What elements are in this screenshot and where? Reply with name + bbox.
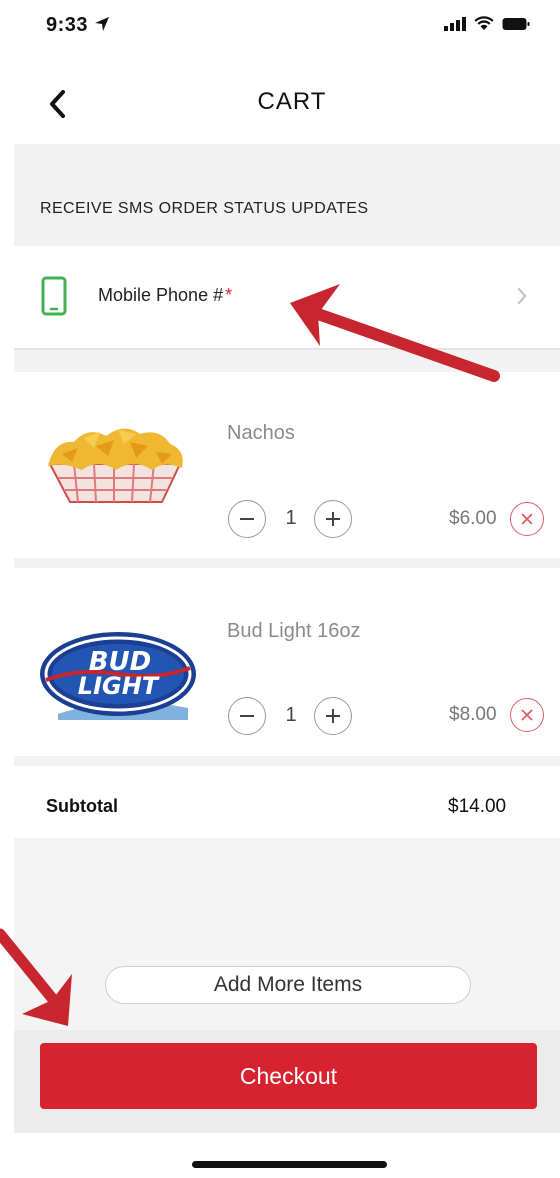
section-gap: [14, 350, 560, 372]
decrease-quantity-button[interactable]: [228, 697, 266, 735]
sms-section-title: RECEIVE SMS ORDER STATUS UPDATES: [40, 200, 369, 217]
remove-item-button[interactable]: [510, 502, 544, 536]
nachos-image: [48, 428, 183, 503]
page-title: CART: [257, 88, 327, 115]
item-separator: [14, 756, 560, 766]
cart-item-name: Nachos: [227, 422, 295, 444]
close-icon: [521, 513, 533, 525]
mobile-phone-label: Mobile Phone # *: [98, 285, 232, 306]
cart-item-name: Bud Light 16oz: [227, 620, 361, 642]
plus-icon: [326, 709, 340, 723]
add-more-items-button[interactable]: Add More Items: [105, 966, 471, 1004]
cellular-signal-icon: [444, 16, 466, 31]
decrease-quantity-button[interactable]: [228, 500, 266, 538]
increase-quantity-button[interactable]: [314, 500, 352, 538]
increase-quantity-button[interactable]: [314, 697, 352, 735]
item-separator: [14, 558, 560, 568]
status-time: 9:33: [46, 14, 110, 37]
required-asterisk: *: [225, 285, 233, 305]
minus-icon: [240, 715, 254, 717]
cart-item-price: $8.00: [449, 704, 497, 725]
bud-light-logo-line2: LIGHT: [78, 672, 160, 700]
status-time-text: 9:33: [46, 14, 89, 36]
remove-item-button[interactable]: [510, 698, 544, 732]
battery-icon: [502, 17, 530, 30]
quantity-value: 1: [285, 507, 297, 529]
chevron-right-icon: [518, 288, 527, 304]
mobile-phone-row[interactable]: [14, 246, 560, 350]
sms-section-banner: [14, 144, 560, 246]
minus-icon: [240, 518, 254, 520]
subtotal-label: Subtotal: [46, 796, 118, 816]
quantity-value: 1: [285, 704, 297, 726]
wifi-icon: [474, 16, 494, 30]
checkout-button[interactable]: Checkout: [40, 1043, 537, 1109]
close-icon: [521, 709, 533, 721]
status-icons: [444, 16, 530, 31]
mobile-phone-icon: [41, 276, 67, 316]
bud-light-logo: BUD LIGHT: [40, 632, 196, 720]
plus-icon: [326, 512, 340, 526]
location-arrow-icon: [95, 17, 110, 31]
subtotal-value: $14.00: [448, 796, 507, 817]
home-indicator: [192, 1161, 387, 1168]
mobile-phone-label-text: Mobile Phone #: [98, 285, 224, 305]
cart-item-price: $6.00: [449, 508, 497, 529]
